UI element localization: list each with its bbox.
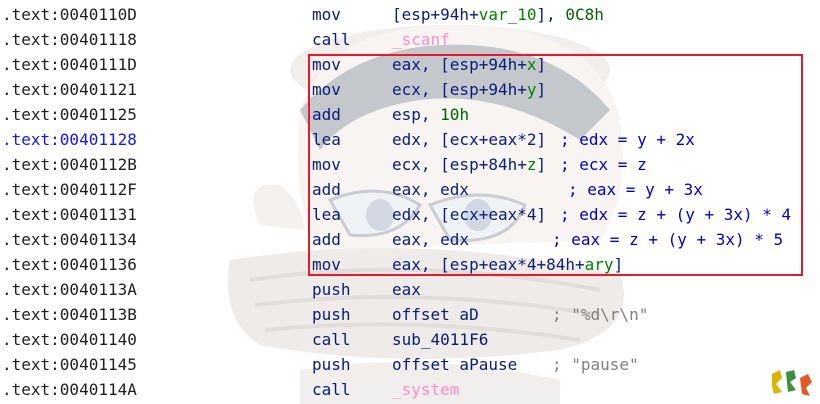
operands[interactable]: [esp+94h+var_10], 0C8h — [392, 2, 604, 27]
operand-token[interactable]: ], — [537, 5, 566, 24]
operand-token[interactable]: 0C8h — [565, 5, 604, 24]
operand-token[interactable]: _system — [392, 380, 459, 399]
comment: ; "pause" — [552, 355, 639, 374]
mnemonic[interactable]: call — [312, 27, 351, 52]
code-line[interactable]: .text:0040114A call _system — [0, 377, 820, 402]
address[interactable]: .text:0040112B — [2, 152, 137, 177]
corner-logo — [772, 370, 812, 396]
code-line[interactable]: .text:00401118 call _scanf — [0, 27, 820, 52]
disassembly-view[interactable]: .text:0040110D mov [esp+94h+var_10], 0C8h.… — [0, 0, 820, 404]
address[interactable]: .text:0040114A — [2, 377, 137, 402]
operands[interactable]: offset aPause — [392, 352, 517, 377]
address[interactable]: .text:00401118 — [2, 27, 137, 52]
address[interactable]: .text:0040110D — [2, 2, 137, 27]
address[interactable]: .text:00401134 — [2, 227, 137, 252]
operand-token[interactable]: var_10 — [479, 5, 537, 24]
operand-token[interactable]: offset aD — [392, 305, 479, 324]
mnemonic[interactable]: push — [312, 277, 351, 302]
code-line[interactable]: .text:00401145 push offset aPause ; "pause" — [0, 352, 820, 377]
address[interactable]: .text:00401131 — [2, 202, 137, 227]
mnemonic[interactable]: push — [312, 352, 351, 377]
highlight-box — [308, 54, 803, 276]
operand-token[interactable]: eax — [392, 280, 421, 299]
code-line[interactable]: .text:00401140 call sub_4011F6 — [0, 327, 820, 352]
mnemonic[interactable]: push — [312, 302, 351, 327]
address[interactable]: .text:00401121 — [2, 77, 137, 102]
address[interactable]: .text:00401125 — [2, 102, 137, 127]
mnemonic[interactable]: call — [312, 377, 351, 402]
operands[interactable]: eax — [392, 277, 421, 302]
operand-token[interactable]: _scanf — [392, 30, 450, 49]
code-line[interactable]: .text:0040113A push eax — [0, 277, 820, 302]
address[interactable]: .text:00401145 — [2, 352, 137, 377]
operands[interactable]: _scanf — [392, 27, 450, 52]
comment: ; "%d\r\n" — [552, 305, 649, 324]
address[interactable]: .text:00401140 — [2, 327, 137, 352]
code-line[interactable]: .text:0040110D mov [esp+94h+var_10], 0C8h — [0, 2, 820, 27]
address[interactable]: .text:0040113B — [2, 302, 137, 327]
operands[interactable]: sub_4011F6 — [392, 327, 488, 352]
address[interactable]: .text:0040113A — [2, 277, 137, 302]
mnemonic[interactable]: mov — [312, 2, 341, 27]
operand-token[interactable]: sub_4011F6 — [392, 330, 488, 349]
operand-token[interactable]: [esp+94h+ — [392, 5, 479, 24]
operands[interactable]: offset aD — [392, 302, 479, 327]
address[interactable]: .text:0040112F — [2, 177, 137, 202]
operands[interactable]: _system — [392, 377, 459, 402]
mnemonic[interactable]: call — [312, 327, 351, 352]
address[interactable]: .text:0040111D — [2, 52, 137, 77]
code-line[interactable]: .text:0040113B push offset aD ; "%d\r\n" — [0, 302, 820, 327]
address[interactable]: .text:00401128 — [2, 127, 137, 152]
address[interactable]: .text:00401136 — [2, 252, 137, 277]
operand-token[interactable]: offset aPause — [392, 355, 517, 374]
